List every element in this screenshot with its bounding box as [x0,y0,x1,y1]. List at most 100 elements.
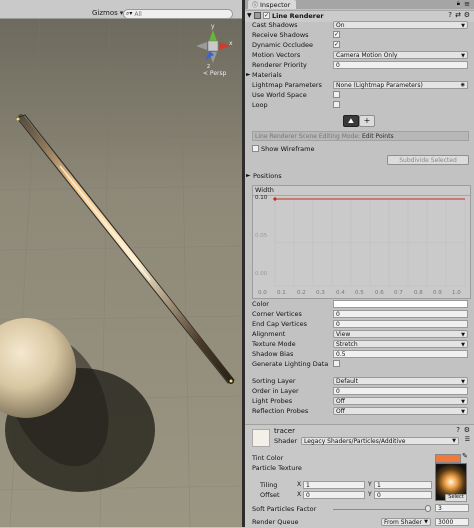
render-queue-mode-dropdown[interactable]: From Shader ▼ [381,518,431,526]
shader-label: Shader [274,437,298,445]
gizmos-label: Gizmos [92,9,118,17]
x-tick-label: 0.8 [414,290,423,296]
scene-search-input[interactable]: ⌕▾ All [123,9,233,19]
list-icon[interactable]: ☰ [465,436,470,443]
component-enabled-checkbox[interactable] [263,12,270,19]
offset-x-field[interactable]: 0 [303,491,365,499]
texture-select-button[interactable]: Select [445,494,467,502]
tiling-x-field[interactable]: 1 [303,481,365,489]
sorting-layer-dropdown[interactable]: Default ▼ [333,377,468,385]
texture-mode-label: Texture Mode [252,340,296,348]
alignment-row: Alignment View ▼ [245,329,474,339]
cast-shadows-label: Cast Shadows [252,21,298,29]
alignment-dropdown[interactable]: View ▼ [333,330,468,338]
tab-inspector[interactable]: ⓘ Inspector [248,0,297,9]
lightmap-parameters-label: Lightmap Parameters [252,81,322,89]
dropdown-arrow-icon: ▼ [461,53,465,59]
light-probes-row: Light Probes Off ▼ [245,396,474,406]
texture-mode-dropdown[interactable]: Stretch ▼ [333,340,468,348]
help-icon[interactable]: ? [448,11,452,19]
x-tick-label: 0.4 [336,290,345,296]
preset-icon[interactable]: ⇄ [455,11,461,19]
lock-icon[interactable]: 🔒︎ [457,0,460,8]
scene-toolbar: Gizmos ▾ ⌕▾ All [0,0,242,19]
use-world-space-checkbox[interactable] [333,91,340,98]
motion-vectors-dropdown[interactable]: Camera Motion Only ▼ [333,51,468,59]
width-curve-editor[interactable]: Width 0.10 0.05 0.00 0.0 0.1 0.2 0.3 0.4… [252,185,471,299]
corner-vertices-field[interactable]: 0 [333,310,468,318]
render-queue-field[interactable]: 3000 [435,518,469,526]
shader-dropdown[interactable]: Legacy Shaders/Particles/Additive ▼ [301,437,459,445]
soft-particles-field[interactable]: 3 [435,504,469,512]
renderer-priority-field[interactable]: 0 [333,61,468,69]
order-in-layer-row: Order in Layer 0 [245,386,474,396]
x-tick-label: 1.0 [452,290,461,296]
light-probes-label: Light Probes [252,397,293,405]
width-value[interactable]: 0.10 [255,195,267,201]
eyedropper-icon[interactable]: ✎ [462,452,468,460]
corner-vertices-row: Corner Vertices 0 [245,309,474,319]
color-gradient-field[interactable] [333,300,468,308]
reflection-probes-value: Off [336,408,345,415]
tint-color-swatch[interactable] [435,454,461,463]
help-icon[interactable]: ? [456,426,460,434]
lightmap-parameters-field[interactable]: None (Lightmap Parameters) ◉ [333,81,468,89]
tint-color-label: Tint Color [252,454,284,462]
gizmo-x-label: x [229,40,233,47]
end-cap-vertices-label: End Cap Vertices [252,320,308,328]
alignment-label: Alignment [252,330,286,338]
scene-view[interactable]: y x z < Persp Gizmos ▾ ⌕▾ All [0,0,242,527]
soft-particles-slider-track[interactable] [333,509,428,510]
dynamic-occludee-row: Dynamic Occludee [245,40,474,50]
x-tick-label: 0.5 [355,290,364,296]
reflection-probes-row: Reflection Probes Off ▼ [245,406,474,416]
show-wireframe-checkbox[interactable] [252,145,259,152]
dropdown-arrow-icon: ▼ [461,342,465,348]
cast-shadows-dropdown[interactable]: On ▼ [333,21,468,29]
foldout-arrow-icon[interactable]: ▼ [247,12,252,19]
loop-row: Loop [245,100,474,110]
gizmo-y-label: y [211,23,215,30]
receive-shadows-checkbox[interactable] [333,31,340,38]
x-tick-label: 0.9 [433,290,442,296]
generate-lighting-data-checkbox[interactable] [333,360,340,367]
light-probes-dropdown[interactable]: Off ▼ [333,397,468,405]
positions-row[interactable]: ► Positions [245,171,474,181]
persp-label[interactable]: < Persp [203,70,226,77]
object-picker-icon[interactable]: ◉ [461,82,465,89]
curve-keyframe[interactable] [272,196,278,202]
gear-icon[interactable]: ⚙ [464,11,470,19]
sorting-layer-row: Sorting Layer Default ▼ [245,376,474,386]
receive-shadows-label: Receive Shadows [252,31,309,39]
subdivide-selected-button[interactable]: Subdivide Selected [387,155,469,165]
gizmos-dropdown[interactable]: Gizmos ▾ [92,9,123,17]
order-in-layer-field[interactable]: 0 [333,387,468,395]
select-label: Select [448,494,464,500]
loop-checkbox[interactable] [333,101,340,108]
create-points-button[interactable]: + [359,115,375,127]
dropdown-arrow-icon: ▼ [461,23,465,29]
tiling-y-field[interactable]: 1 [374,481,432,489]
foldout-arrow-icon[interactable]: ► [246,71,251,78]
end-cap-vertices-field[interactable]: 0 [333,320,468,328]
render-queue-mode-value: From Shader [384,519,423,526]
motion-vectors-label: Motion Vectors [252,51,301,59]
dropdown-arrow-icon: ▼ [461,399,465,405]
edit-points-button[interactable]: ⛰ [343,115,359,127]
menu-icon[interactable]: ≡ [464,0,470,8]
shadow-bias-field[interactable]: 0.5 [333,350,468,358]
offset-y-field[interactable]: 0 [374,491,432,499]
reflection-probes-dropdown[interactable]: Off ▼ [333,407,468,415]
line-point-end[interactable] [229,379,233,383]
soft-particles-slider-thumb[interactable] [425,505,431,512]
gear-icon[interactable]: ⚙ [464,426,470,434]
line-point-start[interactable] [16,117,20,121]
offset-label: Offset [260,491,280,499]
width-curve-plot[interactable] [253,186,470,298]
scene-viewport[interactable] [0,0,242,527]
dynamic-occludee-checkbox[interactable] [333,41,340,48]
tiling-label: Tiling [260,481,278,489]
materials-row[interactable]: ► Materials [245,70,474,80]
sorting-layer-value: Default [336,378,358,385]
foldout-arrow-icon[interactable]: ► [246,172,251,179]
